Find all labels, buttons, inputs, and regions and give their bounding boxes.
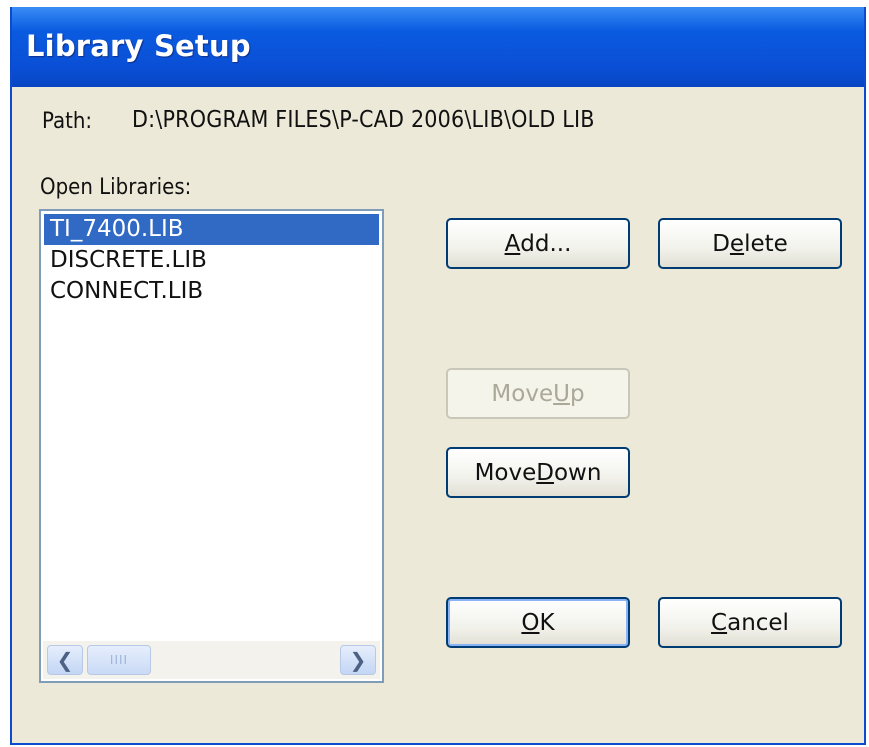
title-bar[interactable]: Library Setup (12, 7, 864, 87)
button-label: Move (491, 380, 554, 407)
mnemonic: e (729, 230, 745, 257)
list-item[interactable]: DISCRETE.LIB (44, 245, 379, 276)
button-label: p (569, 380, 585, 407)
button-label: D (712, 230, 730, 257)
library-list: TI_7400.LIB DISCRETE.LIB CONNECT.LIB (44, 214, 379, 307)
list-item[interactable]: CONNECT.LIB (44, 276, 379, 307)
horizontal-scrollbar[interactable]: ❮ IIII ❯ (43, 641, 380, 679)
dialog-title: Library Setup (26, 29, 251, 63)
mnemonic: D (536, 459, 554, 486)
button-label: ancel (727, 609, 789, 636)
button-label: lete (744, 230, 788, 257)
button-label: own (553, 459, 602, 486)
open-libraries-label: Open Libraries: (40, 175, 192, 200)
delete-button[interactable]: De lete (658, 218, 842, 269)
mnemonic: U (553, 380, 570, 407)
open-libraries-listbox[interactable]: TI_7400.LIB DISCRETE.LIB CONNECT.LIB ❮ I… (39, 209, 384, 683)
button-label: dd... (520, 230, 572, 257)
scroll-left-button[interactable]: ❮ (47, 645, 83, 675)
path-value: D:\PROGRAM FILES\P-CAD 2006\LIB\OLD LIB (132, 107, 595, 133)
move-down-button[interactable]: Move Down (446, 447, 630, 498)
cancel-button[interactable]: Cancel (658, 597, 842, 648)
path-label: Path: (42, 109, 93, 134)
mnemonic: O (521, 609, 540, 636)
move-up-button[interactable]: Move Up (446, 368, 630, 419)
mnemonic: C (711, 609, 728, 636)
thumb-grip: IIII (109, 653, 129, 667)
chevron-right-icon: ❯ (349, 648, 367, 672)
list-item[interactable]: TI_7400.LIB (44, 214, 379, 245)
add-button[interactable]: Add... (446, 218, 630, 269)
mnemonic: A (504, 230, 521, 257)
scroll-thumb[interactable]: IIII (87, 645, 151, 675)
button-label: K (539, 609, 555, 636)
scroll-right-button[interactable]: ❯ (340, 645, 376, 675)
chevron-left-icon: ❮ (56, 648, 74, 672)
button-label: Move (474, 459, 537, 486)
library-setup-dialog: Library Setup Path: D:\PROGRAM FILES\P-C… (10, 7, 866, 745)
ok-button[interactable]: OK (446, 597, 630, 648)
